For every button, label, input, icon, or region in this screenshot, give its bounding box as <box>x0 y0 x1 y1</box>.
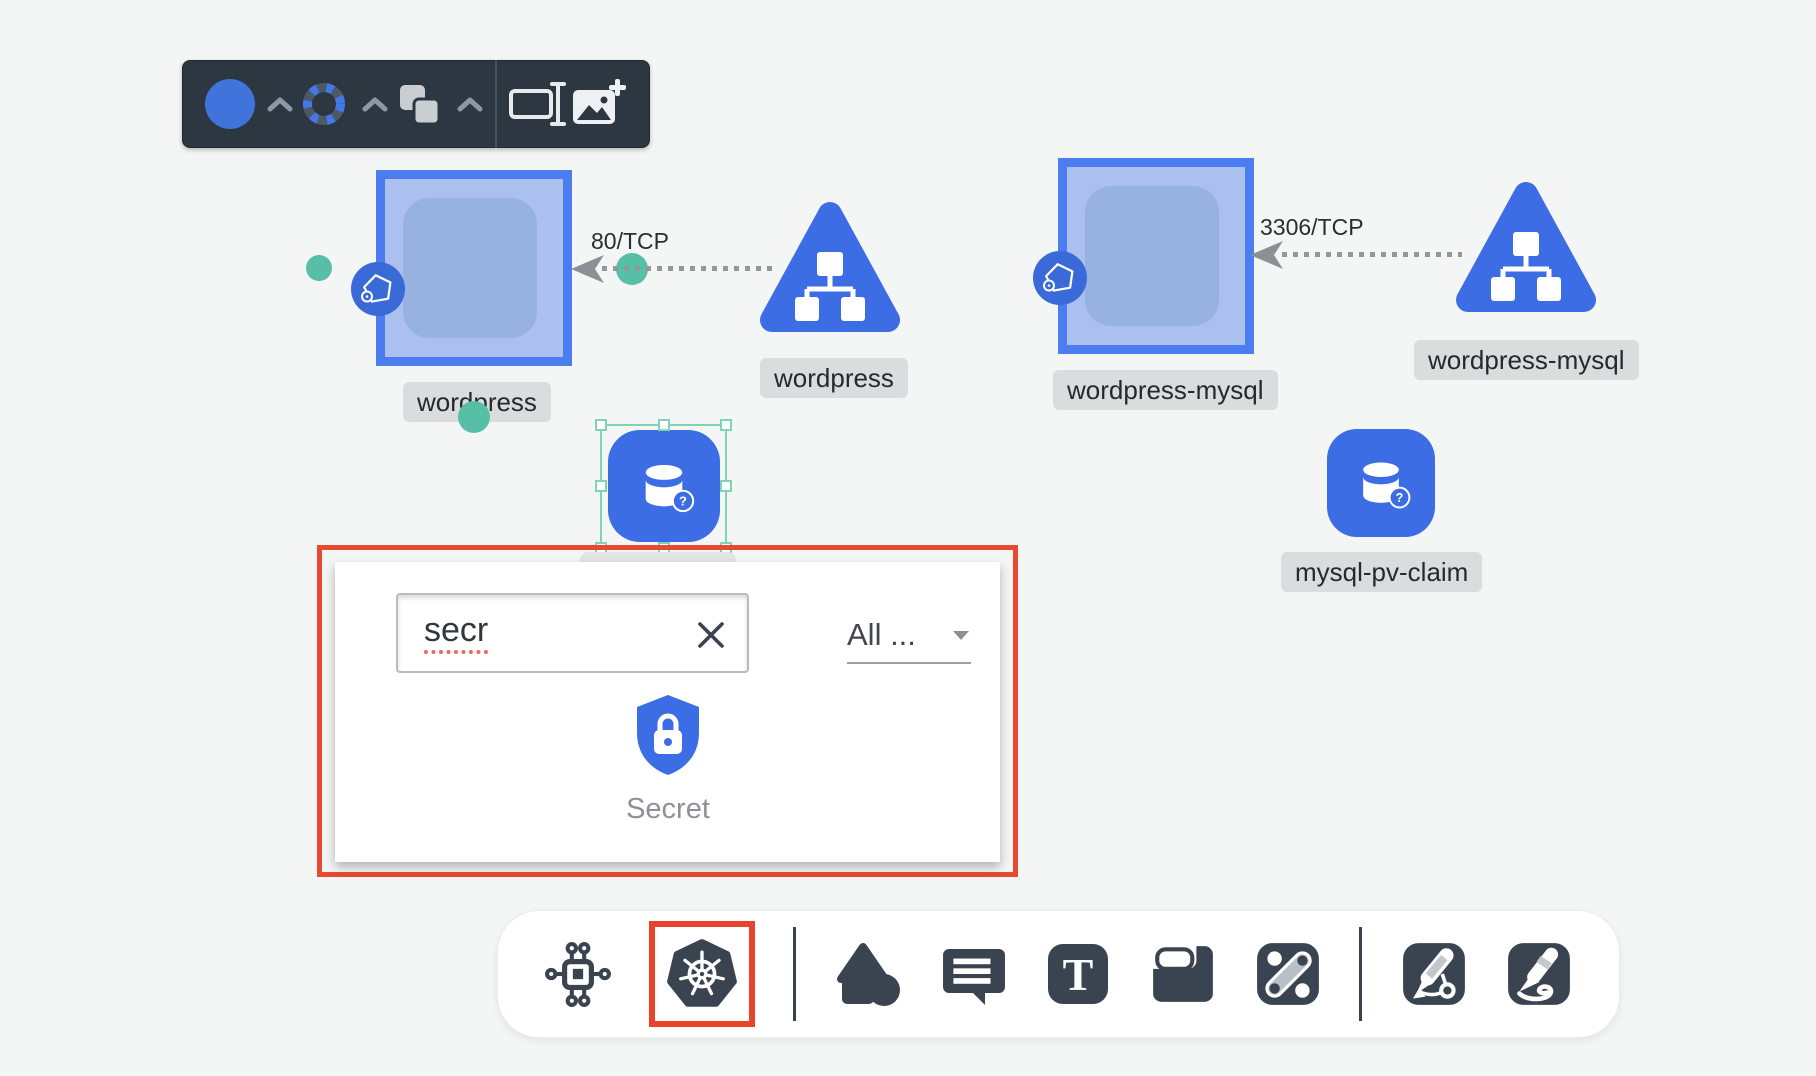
node-label: mysql-pv-claim <box>1281 552 1482 592</box>
pencil-scribble-icon <box>1505 940 1573 1008</box>
port-label: 80/TCP <box>591 228 669 255</box>
text-icon: T <box>1045 941 1111 1007</box>
tool-palette: T <box>497 910 1620 1038</box>
chevron-up-icon[interactable] <box>267 97 293 112</box>
connection-line[interactable] <box>1282 252 1462 257</box>
kubernetes-icon <box>666 938 738 1010</box>
connection-handle[interactable] <box>306 255 332 281</box>
secret-shield-icon <box>633 693 703 777</box>
selection-handle[interactable] <box>720 419 732 431</box>
node-label: wordpress <box>760 358 908 398</box>
service-icon[interactable] <box>758 200 902 352</box>
replace-image-button[interactable] <box>571 78 627 130</box>
pod-pentagon-icon <box>1033 251 1087 305</box>
draw-tool-button[interactable] <box>1505 940 1573 1008</box>
pen-arrow-icon <box>1400 940 1468 1008</box>
stroke-style-button[interactable] <box>298 61 388 147</box>
filled-circle-icon <box>205 79 255 129</box>
node-label: wordpress-mysql <box>1053 370 1278 410</box>
comment-tool-button[interactable] <box>940 940 1008 1008</box>
duplicate-style-button[interactable] <box>393 61 483 147</box>
frame-icon <box>1149 940 1217 1008</box>
shapes-tool-button[interactable] <box>833 939 903 1009</box>
connection-line[interactable] <box>602 266 772 271</box>
selection-outline <box>600 424 727 549</box>
circuit-icon <box>544 940 612 1008</box>
rename-field-icon <box>508 81 566 127</box>
shapes-icon <box>833 939 903 1009</box>
diagram-tool-button[interactable] <box>544 940 612 1008</box>
chevron-up-icon[interactable] <box>457 97 483 112</box>
pod-badge[interactable] <box>351 262 405 316</box>
deployment-inner-shape <box>1085 186 1219 326</box>
result-label: Secret <box>603 793 733 826</box>
svg-text:?: ? <box>1396 491 1404 505</box>
persistent-volume-claim-icon: ? <box>1344 446 1418 520</box>
style-toolbar <box>182 60 650 148</box>
deployment-node-wordpress[interactable] <box>376 170 572 366</box>
connector-tool-button[interactable] <box>1254 940 1322 1008</box>
pod-badge[interactable] <box>1033 251 1087 305</box>
category-filter-dropdown[interactable]: All ... <box>847 608 971 664</box>
pen-connector-tool-button[interactable] <box>1400 940 1468 1008</box>
text-tool-button[interactable]: T <box>1045 941 1111 1007</box>
arrowhead-icon <box>1250 240 1284 270</box>
rename-button[interactable] <box>508 81 566 127</box>
selection-handle[interactable] <box>658 419 670 431</box>
fill-style-button[interactable] <box>205 61 293 147</box>
port-label: 3306/TCP <box>1260 214 1364 241</box>
selection-handle[interactable] <box>595 419 607 431</box>
toolbar-divider <box>793 927 796 1021</box>
chevron-up-icon[interactable] <box>362 97 388 112</box>
image-add-icon <box>571 78 627 130</box>
deployment-node-wordpress-mysql[interactable] <box>1058 158 1254 354</box>
connector-icon <box>1254 940 1322 1008</box>
kubernetes-tool-button-active[interactable] <box>649 921 755 1027</box>
toolbar-divider <box>1359 927 1362 1021</box>
diagram-canvas[interactable]: wordpress 80/TCP wordpress wordpress-mys… <box>0 0 1816 1076</box>
pod-pentagon-icon <box>351 262 405 316</box>
toolbar-divider <box>495 60 497 148</box>
svg-text:T: T <box>1063 949 1094 1000</box>
service-icon[interactable] <box>1454 180 1598 332</box>
search-input-value: secr <box>424 612 488 654</box>
selection-handle[interactable] <box>595 480 607 492</box>
comment-icon <box>940 940 1008 1008</box>
overlapping-squares-icon <box>393 78 445 130</box>
resource-search-popup: secr All ... Secret <box>317 545 1018 877</box>
connection-handle[interactable] <box>458 401 490 433</box>
clear-search-icon[interactable] <box>695 619 727 651</box>
arrowhead-icon <box>571 254 605 284</box>
search-input[interactable]: secr <box>396 593 749 673</box>
frame-tool-button[interactable] <box>1149 940 1217 1008</box>
search-result-secret[interactable]: Secret <box>603 693 733 826</box>
selection-handle[interactable] <box>720 480 732 492</box>
dashed-ring-icon <box>298 78 350 130</box>
chevron-down-icon <box>951 629 971 641</box>
node-label: wordpress-mysql <box>1414 340 1639 380</box>
filter-value: All ... <box>847 617 916 653</box>
pvc-node-mysql[interactable]: ? <box>1327 429 1435 537</box>
deployment-inner-shape <box>403 198 537 338</box>
